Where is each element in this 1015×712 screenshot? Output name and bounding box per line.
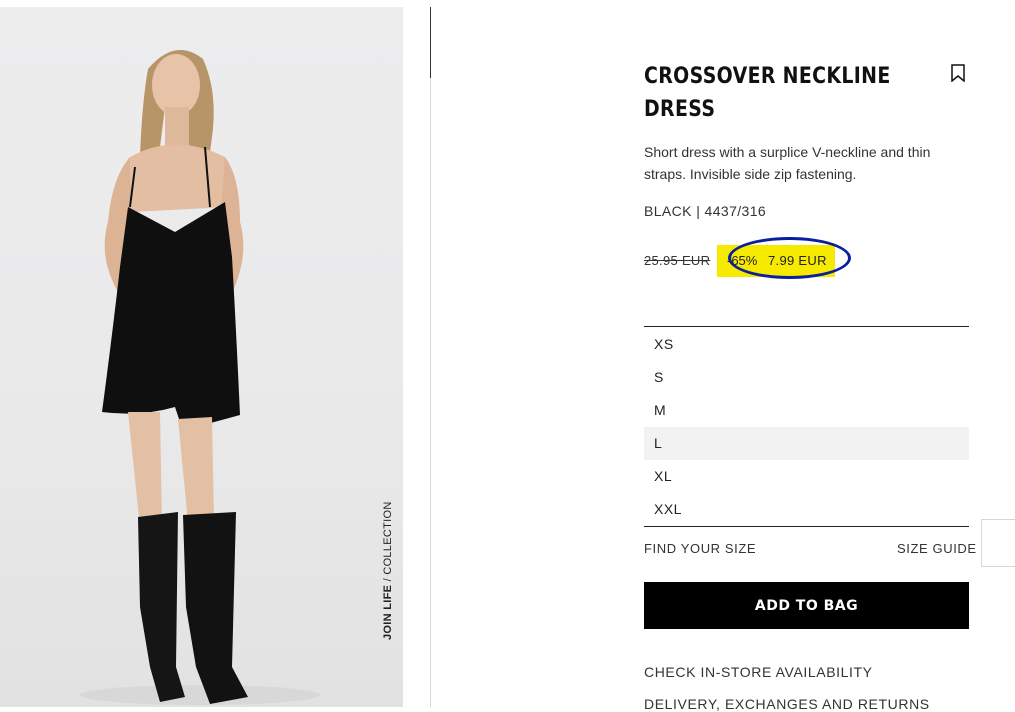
size-guide-link[interactable]: SIZE GUIDE: [897, 541, 977, 556]
side-panel-tab[interactable]: [981, 519, 1015, 567]
model-illustration: [80, 50, 320, 705]
product-title: CROSSOVER NECKLINE DRESS: [644, 64, 891, 122]
size-option-m[interactable]: M: [644, 394, 969, 427]
delivery-returns-link[interactable]: DELIVERY, EXCHANGES AND RETURNS: [644, 696, 930, 712]
gallery-scroll-indicator[interactable]: [430, 7, 431, 78]
size-list-top-border: [644, 326, 969, 327]
product-image[interactable]: [0, 7, 403, 707]
divider: [430, 7, 431, 707]
add-to-bag-button[interactable]: ADD TO BAG: [644, 582, 969, 629]
collection-brand: JOIN LIFE: [382, 584, 394, 640]
check-store-availability-link[interactable]: CHECK IN-STORE AVAILABILITY: [644, 664, 873, 680]
product-description: Short dress with a surplice V-neckline a…: [644, 144, 931, 182]
size-option-xs[interactable]: XS: [644, 328, 969, 361]
collection-rest: / COLLECTION: [382, 501, 394, 585]
size-option-xxl[interactable]: XXL: [644, 493, 969, 526]
original-price: 25.95 EUR: [644, 253, 711, 268]
size-option-xl[interactable]: XL: [644, 460, 969, 493]
size-list: XS S M L XL XXL: [644, 328, 969, 526]
price-annotation-circle: [728, 237, 851, 279]
size-list-bottom-border: [644, 526, 969, 527]
size-option-s[interactable]: S: [644, 361, 969, 394]
collection-label: JOIN LIFE / COLLECTION: [382, 501, 394, 640]
size-option-l[interactable]: L: [644, 427, 969, 460]
product-color-ref: BLACK | 4437/316: [644, 203, 767, 219]
find-your-size-link[interactable]: FIND YOUR SIZE: [644, 541, 756, 556]
bookmark-icon[interactable]: [950, 64, 966, 83]
